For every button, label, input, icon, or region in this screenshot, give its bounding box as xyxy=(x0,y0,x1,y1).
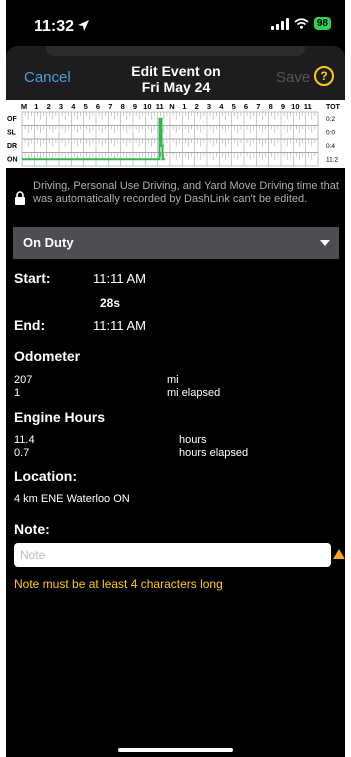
wifi-icon xyxy=(294,18,309,29)
start-time-value[interactable]: 11:11 AM xyxy=(93,271,146,286)
title-line-2: Fri May 24 xyxy=(141,79,211,95)
hour-label: M xyxy=(21,102,27,111)
hour-label: 10 xyxy=(143,102,151,111)
hour-label: 2 xyxy=(47,102,51,111)
engine-hours-elapsed-unit: hours elapsed xyxy=(179,447,249,459)
hour-label: 5 xyxy=(84,102,88,111)
engine-hours-unit: hours xyxy=(179,434,207,446)
note-error-message: Note must be at least 4 characters long xyxy=(14,577,223,591)
engine-hours-label: Engine Hours xyxy=(14,409,106,425)
hour-label: 8 xyxy=(121,102,125,111)
cancel-button[interactable]: Cancel xyxy=(24,69,71,86)
hour-label: N xyxy=(169,102,174,111)
hour-label: 3 xyxy=(207,102,211,111)
odometer-elapsed-unit: mi elapsed xyxy=(167,387,221,399)
sheet-handle xyxy=(46,46,305,56)
note-input[interactable] xyxy=(14,543,331,567)
page-title: Edit Event on Fri May 24 xyxy=(106,63,246,95)
hour-label: 4 xyxy=(219,102,224,111)
location-arrow-icon xyxy=(78,20,89,31)
row-total: 11:2 xyxy=(326,157,339,164)
row-total: 0:4 xyxy=(326,143,335,150)
hour-label: 1 xyxy=(34,102,38,111)
row-total: 0:2 xyxy=(326,116,335,123)
hour-label: 9 xyxy=(133,102,137,111)
row-label: ON xyxy=(7,157,18,164)
edit-event-screen: 11:32 98 Cancel Edit Event on Fri May 24… xyxy=(6,0,345,757)
hour-label: 6 xyxy=(244,102,248,111)
hour-label: 2 xyxy=(195,102,199,111)
odometer-label: Odometer xyxy=(14,348,81,364)
row-label: SL xyxy=(7,130,17,137)
hour-label: 7 xyxy=(256,102,260,111)
location-value: 4 km ENE Waterloo ON xyxy=(14,493,130,505)
warning-icon xyxy=(333,549,345,559)
hour-label: 5 xyxy=(232,102,236,111)
hour-label: 6 xyxy=(96,102,100,111)
odometer-elapsed: 1 xyxy=(14,387,21,399)
lock-icon xyxy=(15,191,25,205)
status-time: 11:32 xyxy=(34,18,75,35)
note-label: Note: xyxy=(14,521,50,537)
battery-icon: 98 xyxy=(313,17,331,30)
duty-log-chart: M 1 2 3 4 5 6 7 8 9 10 11 N 1 2 3 4 5 6 7 8 9 10 11 TOT OF 0:2 SL 0:… xyxy=(6,100,345,168)
row-total: 0:0 xyxy=(326,130,335,137)
odometer-value: 207 xyxy=(14,374,33,386)
chevron-down-icon xyxy=(320,240,330,246)
hour-label: 9 xyxy=(281,102,285,111)
duty-log-graph: M 1 2 3 4 5 6 7 8 9 10 11 N 1 2 3 4 5 6 7 8 9 10 11 TOTOF 0:2SL 0:… xyxy=(7,102,341,167)
start-label: Start: xyxy=(14,270,51,286)
end-label: End: xyxy=(14,317,46,333)
engine-hours-value: 11.4 xyxy=(14,434,35,446)
end-time-value[interactable]: 11:11 AM xyxy=(93,318,146,333)
total-header: TOT xyxy=(326,104,341,111)
engine-hours-elapsed: 0.7 xyxy=(14,447,30,459)
signal-icon xyxy=(270,17,289,30)
row-label: OF xyxy=(7,116,17,123)
row-label: DR xyxy=(7,143,17,150)
hour-label: 4 xyxy=(71,102,76,111)
hour-label: 11 xyxy=(156,102,164,111)
location-label: Location: xyxy=(14,468,77,484)
status-bar: 11:32 98 xyxy=(6,0,345,46)
notice-text: Driving, Personal Use Driving, and Yard … xyxy=(33,180,339,205)
duration-value: 28s xyxy=(100,296,121,310)
odometer-unit: mi xyxy=(167,374,179,386)
hour-label: 8 xyxy=(269,102,273,111)
help-icon[interactable]: ? xyxy=(314,66,334,86)
duty-status-select[interactable]: On Duty xyxy=(13,227,339,259)
hour-label: 3 xyxy=(59,102,63,111)
hour-label: 10 xyxy=(291,102,299,111)
home-indicator[interactable] xyxy=(118,748,233,752)
save-button[interactable]: Save xyxy=(276,69,310,86)
hour-label: 7 xyxy=(108,102,112,111)
hour-label: 11 xyxy=(304,102,312,111)
duty-status-value: On Duty xyxy=(23,235,74,250)
title-line-1: Edit Event on xyxy=(131,63,221,79)
hour-label: 1 xyxy=(182,102,186,111)
